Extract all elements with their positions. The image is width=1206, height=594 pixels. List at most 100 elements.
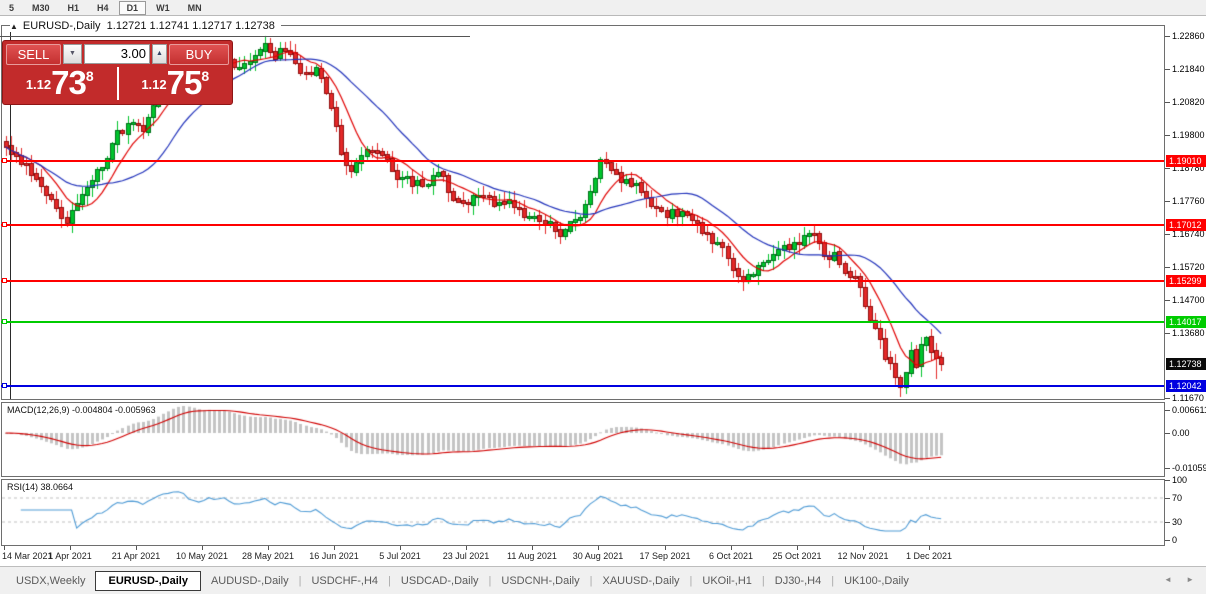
- timeframe-button-w1[interactable]: W1: [148, 1, 178, 15]
- sell-button[interactable]: SELL: [6, 43, 61, 65]
- date-tick-label: 30 Aug 2021: [572, 551, 624, 561]
- tab-usdcad-daily[interactable]: USDCAD-,Daily: [391, 571, 489, 591]
- hline-resistance-1.17012[interactable]: [1, 224, 1164, 226]
- date-tick-mark: [532, 546, 533, 550]
- hline-handle[interactable]: [2, 222, 7, 227]
- tab-xauusd-daily[interactable]: XAUUSD-,Daily: [593, 571, 690, 591]
- buy-button[interactable]: BUY: [169, 43, 229, 65]
- hline-support-1.12042[interactable]: [1, 385, 1164, 387]
- axis-tick-mark: [1165, 498, 1170, 499]
- one-click-trading-panel: SELL ▼ 3.00 ▲ BUY 1.12 73 8 1.12 75 8: [2, 40, 233, 105]
- date-tick-label: 11 Aug 2021: [507, 551, 557, 561]
- axis-tick-mark: [1165, 135, 1170, 136]
- axis-tick-mark: [1165, 234, 1170, 235]
- buy-price-display[interactable]: 1.12 75 8: [120, 64, 232, 101]
- chart-tab-bar: USDX,Weekly EURUSD-,Daily AUDUSD-,Daily | US…: [0, 566, 1206, 594]
- macd-axis-label: -0.010593: [1172, 463, 1206, 473]
- date-tick-label: 10 May 2021: [175, 551, 229, 561]
- rsi-canvas[interactable]: [2, 480, 1164, 545]
- hline-resistance-1.19010[interactable]: [1, 160, 1164, 162]
- chevron-up-icon: ▲: [156, 50, 163, 57]
- axis-tick-label: 1.17760: [1172, 196, 1205, 206]
- rsi-axis-label: 100: [1172, 475, 1188, 485]
- axis-tick-mark: [1165, 102, 1170, 103]
- timeframe-button-m30[interactable]: M30: [24, 1, 58, 15]
- timeframe-button-5[interactable]: 5: [1, 1, 22, 15]
- tab-uk100-daily[interactable]: UK100-,Daily: [834, 571, 919, 591]
- macd-canvas[interactable]: [2, 403, 1164, 476]
- rsi-panel[interactable]: RSI(14) 38.0664: [1, 479, 1165, 546]
- date-tick-label: 1 Apr 2021: [48, 551, 92, 561]
- tab-scroll-arrows[interactable]: ◄ ►: [1164, 575, 1200, 584]
- axis-tick-mark: [1165, 522, 1170, 523]
- buy-price-big: 75: [166, 64, 203, 101]
- volume-dropdown-button[interactable]: ▼: [63, 44, 82, 64]
- axis-tick-label: 1.21840: [1172, 64, 1205, 74]
- hline-handle[interactable]: [2, 158, 7, 163]
- macd-axis-label: 0.00: [1172, 428, 1190, 438]
- axis-tick-mark: [1165, 433, 1170, 434]
- hline-handle[interactable]: [2, 319, 7, 324]
- date-tick-label: 14 Mar 2021: [2, 551, 53, 561]
- chart-title-bar: ▲ EURUSD-,Daily 1.12721 1.12741 1.12717 1…: [10, 20, 281, 32]
- date-tick-label: 16 Jun 2021: [309, 551, 359, 561]
- sell-price-display[interactable]: 1.12 73 8: [4, 64, 116, 101]
- axis-tick-mark: [1165, 540, 1170, 541]
- axis-tick-mark: [1165, 267, 1170, 268]
- tab-usdcnh-daily[interactable]: USDCNH-,Daily: [491, 571, 589, 591]
- axis-tick-label: 1.20820: [1172, 97, 1205, 107]
- axis-tick-label: 1.13680: [1172, 328, 1205, 338]
- date-tick-mark: [136, 546, 137, 550]
- timeframe-toolbar: 5 M30 H1 H4 D1 W1 MN: [0, 0, 1206, 16]
- date-tick-mark: [929, 546, 930, 550]
- axis-tick-mark: [1165, 168, 1170, 169]
- symbol-title: EURUSD-,Daily: [22, 20, 101, 32]
- date-tick-mark: [400, 546, 401, 550]
- sell-price-big: 73: [51, 64, 87, 101]
- tab-eurusd-daily[interactable]: EURUSD-,Daily: [95, 570, 201, 591]
- axis-tick-mark: [1165, 333, 1170, 334]
- date-tick-label: 1 Dec 2021: [905, 551, 953, 561]
- hline-support-1.14017[interactable]: [1, 321, 1164, 323]
- tab-usdchf-h4[interactable]: USDCHF-,H4: [301, 571, 388, 591]
- macd-panel[interactable]: MACD(12,26,9) -0.004804 -0.005963: [1, 402, 1165, 477]
- timeframe-button-d1[interactable]: D1: [118, 0, 147, 15]
- tab-dj30-h4[interactable]: DJ30-,H4: [765, 571, 831, 591]
- date-tick-mark: [202, 546, 203, 550]
- price-tile-divider: [116, 67, 119, 100]
- price-line-label: 1.15299: [1166, 275, 1206, 287]
- date-tick-mark: [863, 546, 864, 550]
- rsi-axis-label: 70: [1172, 493, 1183, 503]
- date-tick-mark: [665, 546, 666, 550]
- axis-tick-label: 1.19800: [1172, 130, 1205, 140]
- collapse-panel-icon[interactable]: ▲: [10, 22, 18, 31]
- price-line-label: 1.17012: [1166, 219, 1206, 231]
- date-axis: 14 Mar 2021 1 Apr 2021 21 Apr 2021 10 May 2…: [0, 546, 1165, 564]
- hline-handle[interactable]: [2, 383, 7, 388]
- sell-price-prefix: 1.12: [25, 77, 52, 92]
- tab-usdx-weekly[interactable]: USDX,Weekly: [6, 571, 95, 591]
- price-line-label: 1.12738: [1166, 358, 1206, 370]
- tab-audusd-daily[interactable]: AUDUSD-,Daily: [201, 571, 299, 591]
- rsi-axis-label: 30: [1172, 517, 1183, 527]
- hline-resistance-1.15299[interactable]: [1, 280, 1164, 282]
- rsi-label: RSI(14) 38.0664: [7, 482, 74, 492]
- chevron-down-icon: ▼: [69, 50, 76, 57]
- price-line-label: 1.19010: [1166, 155, 1206, 167]
- timeframe-button-h4[interactable]: H4: [89, 1, 117, 15]
- axis-tick-mark: [1165, 480, 1170, 481]
- date-tick-label: 6 Oct 2021: [708, 551, 754, 561]
- tab-ukoil-h1[interactable]: UKOil-,H1: [692, 571, 762, 591]
- axis-tick-label: 1.15720: [1172, 262, 1205, 272]
- ohlc-values: 1.12721 1.12741 1.12717 1.12738: [106, 20, 275, 32]
- axis-tick-mark: [1165, 468, 1170, 469]
- hline-handle[interactable]: [2, 278, 7, 283]
- timeframe-button-h1[interactable]: H1: [60, 1, 88, 15]
- date-tick-label: 21 Apr 2021: [111, 551, 161, 561]
- axis-tick-mark: [1165, 410, 1170, 411]
- axis-tick-label: 1.22860: [1172, 31, 1205, 41]
- volume-increase-button[interactable]: ▲: [152, 44, 167, 64]
- rsi-axis-label: 0: [1172, 535, 1178, 545]
- timeframe-button-mn[interactable]: MN: [180, 1, 210, 15]
- volume-input[interactable]: 3.00: [84, 44, 150, 64]
